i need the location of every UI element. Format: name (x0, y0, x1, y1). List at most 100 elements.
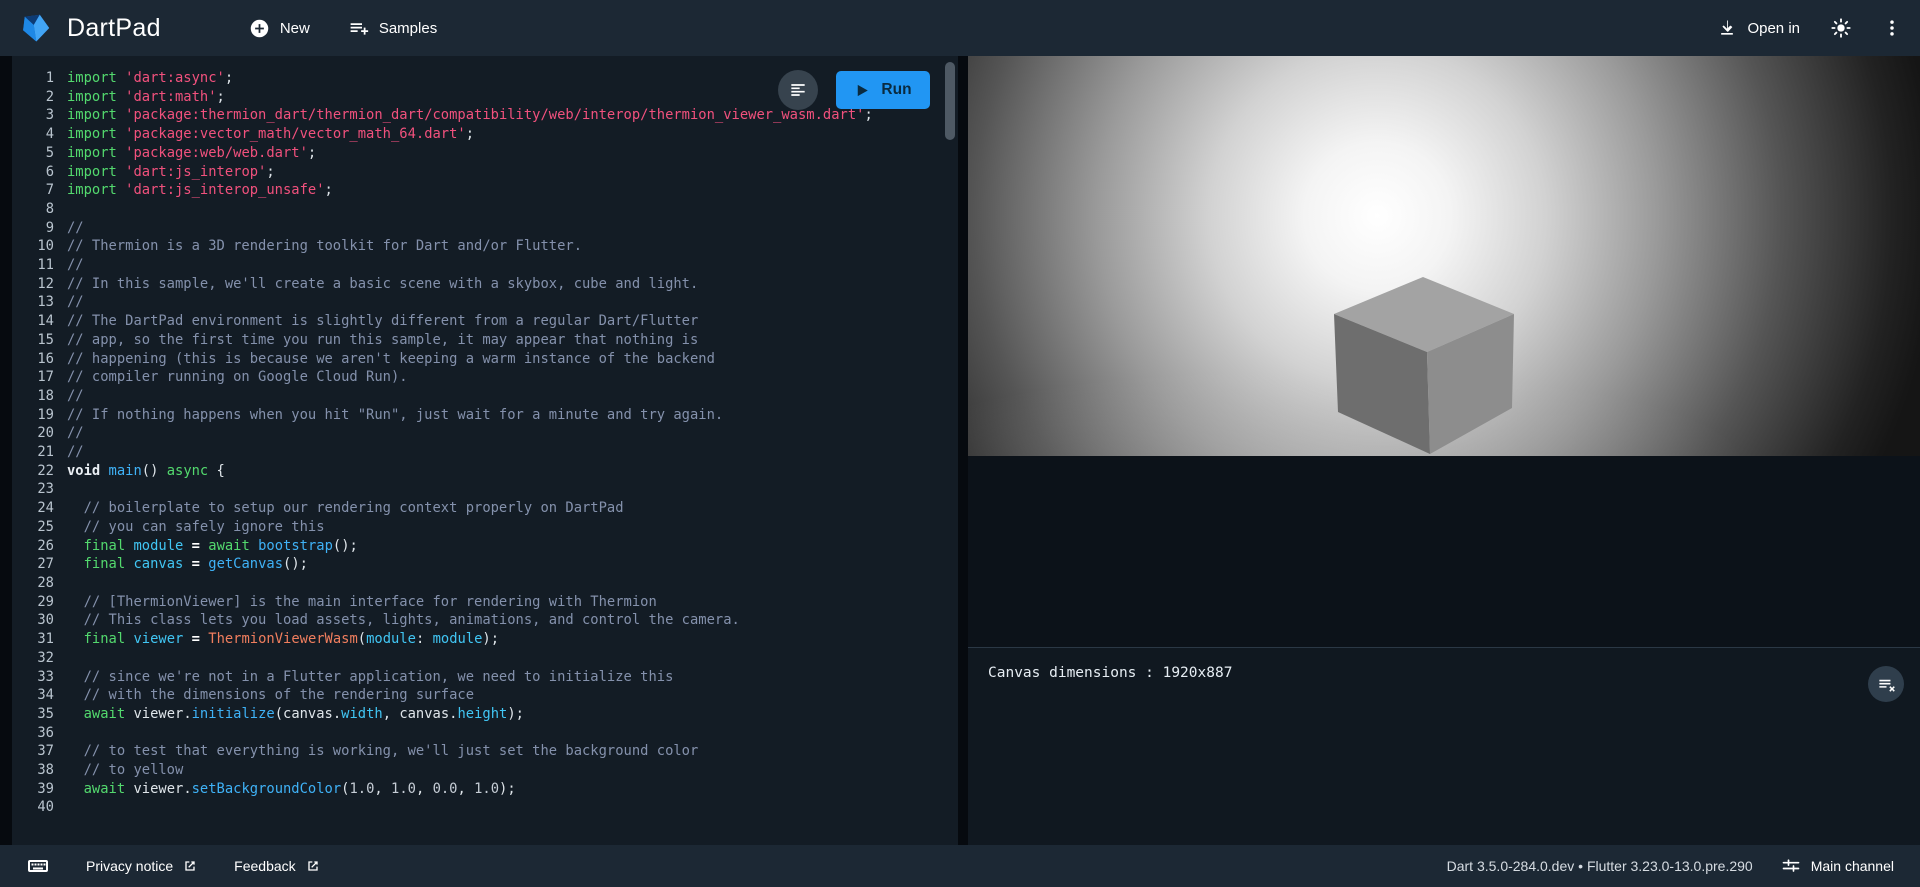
line-content[interactable]: import 'dart:async'; (67, 69, 233, 88)
code-line[interactable]: 19 // If nothing happens when you hit "Ru… (20, 406, 958, 425)
line-number: 19 (20, 406, 54, 425)
line-content[interactable]: // since we're not in a Flutter applicat… (67, 668, 673, 687)
code-lines[interactable]: 1import 'dart:async';2import 'dart:math'… (12, 56, 958, 817)
line-content[interactable]: // compiler running on Google Cloud Run)… (67, 368, 408, 387)
code-line[interactable]: 16// happening (this is because we aren'… (20, 350, 958, 369)
code-line[interactable]: 14 // The DartPad environment is slightly… (20, 312, 958, 331)
line-content[interactable]: // The DartPad environment is slightly d… (67, 312, 698, 331)
line-number: 20 (20, 424, 54, 443)
overflow-menu-button[interactable] (1882, 17, 1902, 39)
clear-console-button[interactable] (1868, 666, 1904, 702)
code-line[interactable]: 24 // boilerplate to setup our rendering… (20, 499, 958, 518)
line-number: 9 (20, 219, 54, 238)
line-number: 38 (20, 761, 54, 780)
code-line[interactable]: 18// (20, 387, 958, 406)
line-content[interactable]: final module = await bootstrap(); (67, 537, 358, 556)
code-line[interactable]: 34 // with the dimensions of the renderi… (20, 686, 958, 705)
code-line[interactable]: 37 // to test that everything is working… (20, 742, 958, 761)
code-line[interactable]: 35 await viewer.initialize(canvas.width,… (20, 705, 958, 724)
line-content[interactable]: final viewer = ThermionViewerWasm(module… (67, 630, 499, 649)
code-line[interactable]: 17// compiler running on Google Cloud Ru… (20, 368, 958, 387)
code-line[interactable]: 5 import 'package:web/web.dart'; (20, 144, 958, 163)
line-content[interactable]: import 'dart:math'; (67, 88, 225, 107)
line-content[interactable]: // (67, 424, 84, 443)
format-button[interactable] (778, 70, 818, 110)
code-line[interactable]: 10// Thermion is a 3D rendering toolkit … (20, 237, 958, 256)
app-bar: DartPad New Samples (0, 0, 1920, 56)
code-line[interactable]: 13 // (20, 293, 958, 312)
code-line[interactable]: 40 (20, 798, 958, 817)
line-number: 26 (20, 537, 54, 556)
line-number: 13 (20, 293, 54, 312)
panel-splitter[interactable] (958, 56, 968, 845)
code-line[interactable]: 23 (20, 480, 958, 499)
line-content[interactable]: import 'package:web/web.dart'; (67, 144, 316, 163)
editor-scrollbar-thumb[interactable] (945, 62, 955, 140)
line-number: 5 (20, 144, 54, 163)
code-line[interactable]: 38 // to yellow (20, 761, 958, 780)
channel-selector[interactable]: Main channel (1781, 856, 1894, 876)
code-line[interactable]: 39 await viewer.setBackgroundColor(1.0, … (20, 780, 958, 799)
code-line[interactable]: 31 final viewer = ThermionViewerWasm(mod… (20, 630, 958, 649)
code-line[interactable]: 7 import 'dart:js_interop_unsafe'; (20, 181, 958, 200)
code-line[interactable]: 11// (20, 256, 958, 275)
line-number: 14 (20, 312, 54, 331)
code-line[interactable]: 15// app, so the first time you run this… (20, 331, 958, 350)
privacy-notice-link[interactable]: Privacy notice (86, 858, 198, 874)
line-content[interactable]: // Thermion is a 3D rendering toolkit fo… (67, 237, 582, 256)
line-content[interactable]: // boilerplate to setup our rendering co… (67, 499, 624, 518)
kebab-menu-icon (1882, 17, 1902, 39)
new-button[interactable]: New (249, 18, 310, 39)
line-content[interactable]: // app, so the first time you run this s… (67, 331, 698, 350)
line-content[interactable]: // to yellow (67, 761, 183, 780)
line-content[interactable]: // you can safely ignore this (67, 518, 325, 537)
render-canvas[interactable] (968, 56, 1920, 456)
line-content[interactable]: // This class lets you load assets, ligh… (67, 611, 740, 630)
line-number: 7 (20, 181, 54, 200)
code-editor-panel[interactable]: 1import 'dart:async';2import 'dart:math'… (12, 56, 958, 845)
code-line[interactable]: 26 final module = await bootstrap(); (20, 537, 958, 556)
line-content[interactable]: await viewer.initialize(canvas.width, ca… (67, 705, 524, 724)
theme-toggle-button[interactable] (1830, 17, 1852, 39)
output-panel: Canvas dimensions : 1920x887 (968, 56, 1920, 845)
code-line[interactable]: 8 (20, 200, 958, 219)
line-content[interactable]: // (67, 293, 84, 312)
code-line[interactable]: 6import 'dart:js_interop'; (20, 163, 958, 182)
line-content[interactable]: import 'package:vector_math/vector_math_… (67, 125, 474, 144)
line-content[interactable]: // (67, 443, 84, 462)
line-content[interactable]: void main() async { (67, 462, 225, 481)
feedback-link[interactable]: Feedback (234, 858, 320, 874)
line-content[interactable]: // In this sample, we'll create a basic … (67, 275, 698, 294)
code-line[interactable]: 22void main() async { (20, 462, 958, 481)
line-content[interactable]: await viewer.setBackgroundColor(1.0, 1.0… (67, 780, 516, 799)
line-content[interactable]: // with the dimensions of the rendering … (67, 686, 474, 705)
line-content[interactable]: // (67, 387, 84, 406)
line-content[interactable]: // (67, 256, 84, 275)
code-line[interactable]: 36 (20, 724, 958, 743)
line-content[interactable]: // happening (this is because we aren't … (67, 350, 715, 369)
line-content[interactable]: // to test that everything is working, w… (67, 742, 698, 761)
line-content[interactable]: // If nothing happens when you hit "Run"… (67, 406, 723, 425)
code-line[interactable]: 30 // This class lets you load assets, l… (20, 611, 958, 630)
line-content[interactable]: import 'dart:js_interop'; (67, 163, 275, 182)
samples-button[interactable]: Samples (348, 18, 437, 39)
keyboard-shortcuts-button[interactable] (26, 854, 50, 878)
code-line[interactable]: 27 final canvas = getCanvas(); (20, 555, 958, 574)
code-line[interactable]: 9 // (20, 219, 958, 238)
line-content[interactable]: // (67, 219, 84, 238)
code-line[interactable]: 12// In this sample, we'll create a basi… (20, 275, 958, 294)
line-content[interactable]: import 'package:thermion_dart/thermion_d… (67, 106, 873, 125)
code-line[interactable]: 21// (20, 443, 958, 462)
code-line[interactable]: 20 // (20, 424, 958, 443)
line-content[interactable]: import 'dart:js_interop_unsafe'; (67, 181, 333, 200)
code-line[interactable]: 29 // [ThermionViewer] is the main inter… (20, 593, 958, 612)
code-line[interactable]: 25 // you can safely ignore this (20, 518, 958, 537)
line-content[interactable]: final canvas = getCanvas(); (67, 555, 308, 574)
code-line[interactable]: 33 // since we're not in a Flutter appli… (20, 668, 958, 687)
open-in-button[interactable]: Open in (1717, 18, 1800, 38)
code-line[interactable]: 4import 'package:vector_math/vector_math… (20, 125, 958, 144)
run-button[interactable]: Run (836, 71, 930, 109)
line-content[interactable]: // [ThermionViewer] is the main interfac… (67, 593, 657, 612)
code-line[interactable]: 32 (20, 649, 958, 668)
code-line[interactable]: 28 (20, 574, 958, 593)
